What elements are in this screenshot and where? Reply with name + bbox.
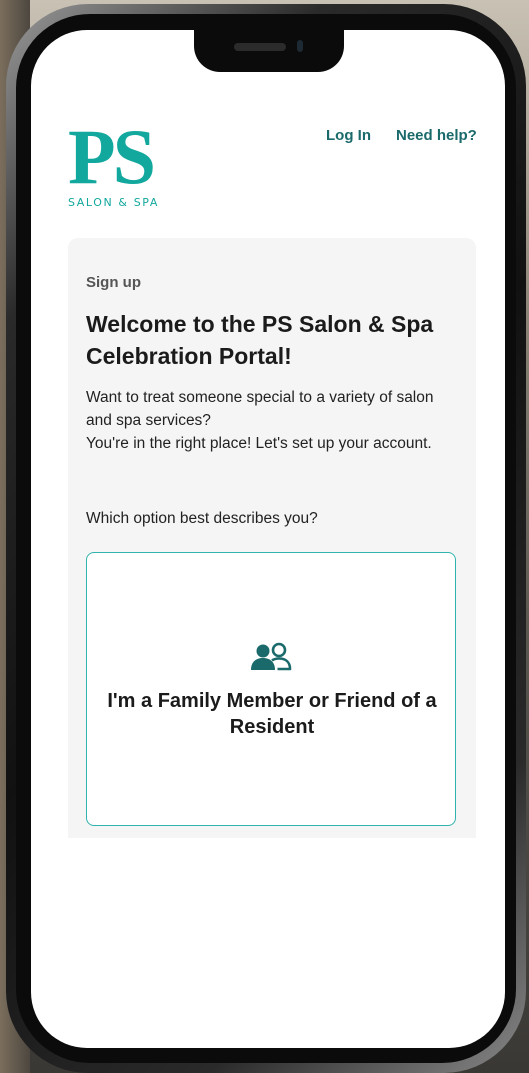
speaker-grille — [234, 43, 286, 51]
intro-text: Want to treat someone special to a varie… — [86, 386, 456, 455]
intro-line-1: Want to treat someone special to a varie… — [86, 389, 434, 429]
people-icon — [251, 642, 292, 671]
camera-icon — [297, 40, 303, 52]
signup-eyebrow: Sign up — [86, 274, 141, 291]
brand-logo[interactable]: PS SALON & SPA — [68, 118, 188, 218]
option-label: I'm a Family Member or Friend of a Resid… — [107, 690, 437, 738]
intro-line-2: You're in the right place! Let's set up … — [86, 435, 432, 452]
page-title: Welcome to the PS Salon & Spa Celebratio… — [86, 311, 434, 369]
option-question: Which option best describes you? — [86, 510, 318, 527]
logo-subtitle: SALON & SPA — [68, 196, 159, 209]
phone-notch — [194, 30, 344, 72]
need-help-link[interactable]: Need help? — [396, 127, 477, 144]
phone-screen: PS SALON & SPA Log In Need help? Sign up… — [31, 30, 505, 1048]
signup-card: Sign up Welcome to the PS Salon & Spa Ce… — [68, 238, 476, 838]
login-link[interactable]: Log In — [326, 127, 371, 144]
logo-mark: PS — [68, 113, 156, 200]
option-family-friend[interactable]: I'm a Family Member or Friend of a Resid… — [86, 552, 456, 826]
